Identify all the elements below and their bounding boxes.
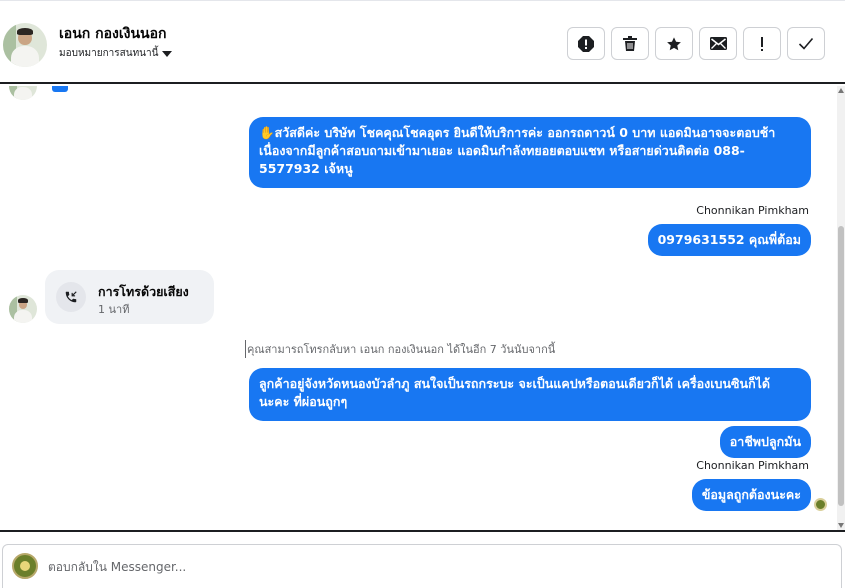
page-avatar [12, 553, 38, 579]
reply-composer [2, 544, 842, 588]
message-bubble[interactable]: ข้อมูลถูกต้องนะคะ [691, 479, 811, 511]
composer-area [0, 530, 845, 588]
scroll-down-arrow-icon[interactable] [838, 523, 844, 528]
header-actions [567, 27, 825, 60]
contact-avatar-small [9, 295, 37, 323]
thread-scrollbar[interactable] [837, 86, 845, 530]
sender-name: Chonnikan Pimkham [696, 204, 809, 217]
sender-name: Chonnikan Pimkham [696, 459, 809, 472]
message-thread: ✋สวัสดีค่ะ บริษัท โชคคุณโชคอุดร ยินดีให้… [0, 86, 845, 530]
scrollbar-thumb[interactable] [838, 226, 844, 506]
scroll-up-arrow-icon[interactable] [838, 88, 844, 93]
assign-conversation-dropdown[interactable]: มอบหมายการสนทนานี้ [59, 46, 173, 61]
trash-icon [623, 36, 637, 51]
assign-label: มอบหมายการสนทนานี้ [59, 48, 159, 59]
contact-avatar-small [9, 86, 37, 100]
check-icon [798, 37, 814, 50]
mark-unread-button[interactable] [699, 27, 737, 60]
mark-done-button[interactable] [787, 27, 825, 60]
message-bubble[interactable]: อาชีพปลูกมัน [719, 426, 811, 458]
mail-icon [709, 37, 727, 50]
reply-input[interactable] [48, 557, 808, 577]
missed-call-icon [56, 282, 86, 312]
callback-notice: คุณสามารถโทรกลับหา เอนก กองเงินนอก ได้ใน… [245, 340, 555, 358]
report-icon [578, 35, 594, 52]
report-button[interactable] [567, 27, 605, 60]
mark-important-button[interactable] [743, 27, 781, 60]
message-bubble[interactable]: 0979631552 คุณพี่ต้อม [647, 224, 811, 256]
like-thumb-icon [52, 86, 68, 92]
call-title: การโทรด้วยเสียง [98, 284, 189, 299]
message-bubble[interactable]: ✋สวัสดีค่ะ บริษัท โชคคุณโชคอุดร ยินดีให้… [249, 117, 811, 188]
caret-down-icon [162, 50, 173, 57]
exclamation-icon [761, 36, 763, 51]
seen-avatar [814, 498, 827, 511]
message-bubble[interactable]: ลูกค้าอยู่จังหวัดหนองบัวลำภู สนใจเป็นรถก… [249, 368, 811, 421]
conversation-header: เอนก กองเงินนอก มอบหมายการสนทนานี้ [0, 0, 845, 84]
contact-name[interactable]: เอนก กองเงินนอก [59, 23, 166, 45]
voice-call-card[interactable]: การโทรด้วยเสียง 1 นาที [45, 270, 214, 324]
delete-button[interactable] [611, 27, 649, 60]
call-duration: 1 นาที [98, 303, 130, 316]
star-icon [667, 36, 681, 50]
star-button[interactable] [655, 27, 693, 60]
contact-avatar[interactable] [3, 23, 47, 67]
